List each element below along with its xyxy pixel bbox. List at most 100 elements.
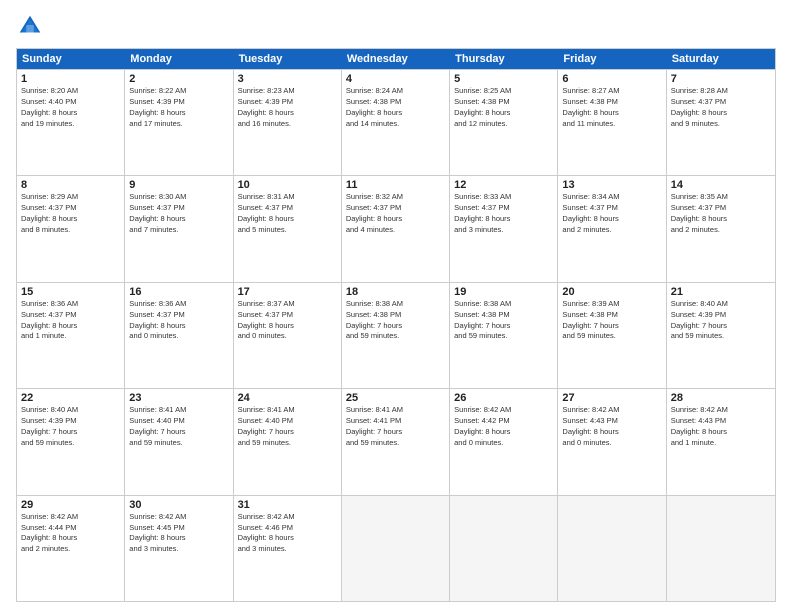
day-info: Sunrise: 8:38 AM Sunset: 4:38 PM Dayligh… <box>454 299 553 343</box>
day-info: Sunrise: 8:42 AM Sunset: 4:45 PM Dayligh… <box>129 512 228 556</box>
day-cell-9: 9Sunrise: 8:30 AM Sunset: 4:37 PM Daylig… <box>125 176 233 281</box>
day-number: 9 <box>129 179 228 191</box>
day-cell-12: 12Sunrise: 8:33 AM Sunset: 4:37 PM Dayli… <box>450 176 558 281</box>
day-number: 3 <box>238 73 337 85</box>
day-cell-23: 23Sunrise: 8:41 AM Sunset: 4:40 PM Dayli… <box>125 389 233 494</box>
day-cell-17: 17Sunrise: 8:37 AM Sunset: 4:37 PM Dayli… <box>234 283 342 388</box>
day-number: 7 <box>671 73 771 85</box>
day-number: 28 <box>671 392 771 404</box>
day-cell-1: 1Sunrise: 8:20 AM Sunset: 4:40 PM Daylig… <box>17 70 125 175</box>
day-number: 15 <box>21 286 120 298</box>
day-number: 14 <box>671 179 771 191</box>
day-header-monday: Monday <box>125 49 233 69</box>
day-cell-15: 15Sunrise: 8:36 AM Sunset: 4:37 PM Dayli… <box>17 283 125 388</box>
day-header-sunday: Sunday <box>17 49 125 69</box>
calendar-row-4: 22Sunrise: 8:40 AM Sunset: 4:39 PM Dayli… <box>17 388 775 494</box>
calendar-row-3: 15Sunrise: 8:36 AM Sunset: 4:37 PM Dayli… <box>17 282 775 388</box>
day-number: 17 <box>238 286 337 298</box>
day-cell-30: 30Sunrise: 8:42 AM Sunset: 4:45 PM Dayli… <box>125 496 233 601</box>
day-info: Sunrise: 8:42 AM Sunset: 4:46 PM Dayligh… <box>238 512 337 556</box>
day-cell-29: 29Sunrise: 8:42 AM Sunset: 4:44 PM Dayli… <box>17 496 125 601</box>
day-cell-14: 14Sunrise: 8:35 AM Sunset: 4:37 PM Dayli… <box>667 176 775 281</box>
day-info: Sunrise: 8:40 AM Sunset: 4:39 PM Dayligh… <box>21 405 120 449</box>
day-cell-19: 19Sunrise: 8:38 AM Sunset: 4:38 PM Dayli… <box>450 283 558 388</box>
day-number: 23 <box>129 392 228 404</box>
day-info: Sunrise: 8:39 AM Sunset: 4:38 PM Dayligh… <box>562 299 661 343</box>
day-number: 18 <box>346 286 445 298</box>
day-number: 27 <box>562 392 661 404</box>
day-info: Sunrise: 8:35 AM Sunset: 4:37 PM Dayligh… <box>671 192 771 236</box>
empty-cell <box>667 496 775 601</box>
day-cell-27: 27Sunrise: 8:42 AM Sunset: 4:43 PM Dayli… <box>558 389 666 494</box>
day-info: Sunrise: 8:42 AM Sunset: 4:43 PM Dayligh… <box>562 405 661 449</box>
day-info: Sunrise: 8:38 AM Sunset: 4:38 PM Dayligh… <box>346 299 445 343</box>
day-info: Sunrise: 8:27 AM Sunset: 4:38 PM Dayligh… <box>562 86 661 130</box>
day-info: Sunrise: 8:42 AM Sunset: 4:44 PM Dayligh… <box>21 512 120 556</box>
day-number: 4 <box>346 73 445 85</box>
calendar-row-1: 1Sunrise: 8:20 AM Sunset: 4:40 PM Daylig… <box>17 69 775 175</box>
day-header-wednesday: Wednesday <box>342 49 450 69</box>
day-cell-11: 11Sunrise: 8:32 AM Sunset: 4:37 PM Dayli… <box>342 176 450 281</box>
day-number: 6 <box>562 73 661 85</box>
day-info: Sunrise: 8:37 AM Sunset: 4:37 PM Dayligh… <box>238 299 337 343</box>
day-number: 30 <box>129 499 228 511</box>
day-info: Sunrise: 8:25 AM Sunset: 4:38 PM Dayligh… <box>454 86 553 130</box>
day-info: Sunrise: 8:42 AM Sunset: 4:43 PM Dayligh… <box>671 405 771 449</box>
calendar: SundayMondayTuesdayWednesdayThursdayFrid… <box>16 48 776 602</box>
day-info: Sunrise: 8:40 AM Sunset: 4:39 PM Dayligh… <box>671 299 771 343</box>
day-cell-21: 21Sunrise: 8:40 AM Sunset: 4:39 PM Dayli… <box>667 283 775 388</box>
day-number: 31 <box>238 499 337 511</box>
day-number: 1 <box>21 73 120 85</box>
calendar-row-5: 29Sunrise: 8:42 AM Sunset: 4:44 PM Dayli… <box>17 495 775 601</box>
day-number: 24 <box>238 392 337 404</box>
day-info: Sunrise: 8:24 AM Sunset: 4:38 PM Dayligh… <box>346 86 445 130</box>
day-cell-20: 20Sunrise: 8:39 AM Sunset: 4:38 PM Dayli… <box>558 283 666 388</box>
day-number: 11 <box>346 179 445 191</box>
day-cell-5: 5Sunrise: 8:25 AM Sunset: 4:38 PM Daylig… <box>450 70 558 175</box>
day-info: Sunrise: 8:34 AM Sunset: 4:37 PM Dayligh… <box>562 192 661 236</box>
day-cell-16: 16Sunrise: 8:36 AM Sunset: 4:37 PM Dayli… <box>125 283 233 388</box>
day-cell-25: 25Sunrise: 8:41 AM Sunset: 4:41 PM Dayli… <box>342 389 450 494</box>
day-info: Sunrise: 8:29 AM Sunset: 4:37 PM Dayligh… <box>21 192 120 236</box>
day-cell-24: 24Sunrise: 8:41 AM Sunset: 4:40 PM Dayli… <box>234 389 342 494</box>
day-info: Sunrise: 8:30 AM Sunset: 4:37 PM Dayligh… <box>129 192 228 236</box>
day-number: 20 <box>562 286 661 298</box>
day-number: 25 <box>346 392 445 404</box>
day-header-friday: Friday <box>558 49 666 69</box>
day-info: Sunrise: 8:28 AM Sunset: 4:37 PM Dayligh… <box>671 86 771 130</box>
day-info: Sunrise: 8:33 AM Sunset: 4:37 PM Dayligh… <box>454 192 553 236</box>
day-cell-26: 26Sunrise: 8:42 AM Sunset: 4:42 PM Dayli… <box>450 389 558 494</box>
day-cell-7: 7Sunrise: 8:28 AM Sunset: 4:37 PM Daylig… <box>667 70 775 175</box>
day-header-saturday: Saturday <box>667 49 775 69</box>
day-number: 21 <box>671 286 771 298</box>
day-number: 29 <box>21 499 120 511</box>
day-number: 26 <box>454 392 553 404</box>
day-info: Sunrise: 8:42 AM Sunset: 4:42 PM Dayligh… <box>454 405 553 449</box>
day-cell-13: 13Sunrise: 8:34 AM Sunset: 4:37 PM Dayli… <box>558 176 666 281</box>
day-number: 22 <box>21 392 120 404</box>
day-cell-2: 2Sunrise: 8:22 AM Sunset: 4:39 PM Daylig… <box>125 70 233 175</box>
day-cell-10: 10Sunrise: 8:31 AM Sunset: 4:37 PM Dayli… <box>234 176 342 281</box>
day-cell-8: 8Sunrise: 8:29 AM Sunset: 4:37 PM Daylig… <box>17 176 125 281</box>
day-cell-18: 18Sunrise: 8:38 AM Sunset: 4:38 PM Dayli… <box>342 283 450 388</box>
logo <box>16 12 48 40</box>
day-number: 12 <box>454 179 553 191</box>
day-info: Sunrise: 8:20 AM Sunset: 4:40 PM Dayligh… <box>21 86 120 130</box>
day-info: Sunrise: 8:23 AM Sunset: 4:39 PM Dayligh… <box>238 86 337 130</box>
day-info: Sunrise: 8:31 AM Sunset: 4:37 PM Dayligh… <box>238 192 337 236</box>
day-info: Sunrise: 8:41 AM Sunset: 4:40 PM Dayligh… <box>238 405 337 449</box>
day-number: 13 <box>562 179 661 191</box>
day-cell-31: 31Sunrise: 8:42 AM Sunset: 4:46 PM Dayli… <box>234 496 342 601</box>
day-cell-6: 6Sunrise: 8:27 AM Sunset: 4:38 PM Daylig… <box>558 70 666 175</box>
day-cell-22: 22Sunrise: 8:40 AM Sunset: 4:39 PM Dayli… <box>17 389 125 494</box>
page: SundayMondayTuesdayWednesdayThursdayFrid… <box>0 0 792 612</box>
day-header-tuesday: Tuesday <box>234 49 342 69</box>
calendar-header: SundayMondayTuesdayWednesdayThursdayFrid… <box>17 49 775 69</box>
day-cell-4: 4Sunrise: 8:24 AM Sunset: 4:38 PM Daylig… <box>342 70 450 175</box>
day-info: Sunrise: 8:36 AM Sunset: 4:37 PM Dayligh… <box>21 299 120 343</box>
day-info: Sunrise: 8:41 AM Sunset: 4:40 PM Dayligh… <box>129 405 228 449</box>
day-cell-3: 3Sunrise: 8:23 AM Sunset: 4:39 PM Daylig… <box>234 70 342 175</box>
day-number: 8 <box>21 179 120 191</box>
day-number: 5 <box>454 73 553 85</box>
day-cell-28: 28Sunrise: 8:42 AM Sunset: 4:43 PM Dayli… <box>667 389 775 494</box>
